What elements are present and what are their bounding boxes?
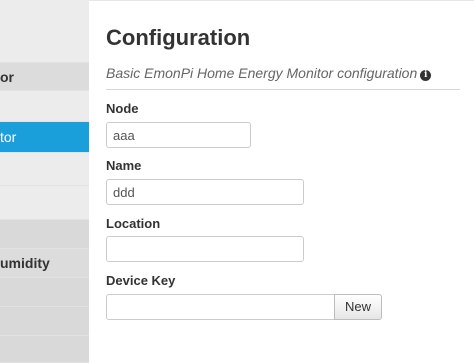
- device-key-label: Device Key: [106, 273, 176, 288]
- sidebar-item-label: tor: [0, 129, 17, 145]
- subtitle-text: Basic EmonPi Home Energy Monitor configu…: [106, 65, 418, 81]
- sidebar: or tor umidity: [0, 0, 89, 363]
- app-root: or tor umidity Configuration Basic EmonP…: [0, 0, 474, 363]
- page-title: Configuration: [106, 25, 251, 50]
- new-key-button[interactable]: New: [334, 294, 382, 320]
- sidebar-item-7[interactable]: [0, 220, 89, 249]
- sidebar-item-humidity[interactable]: umidity: [0, 249, 89, 278]
- info-circle-icon[interactable]: i: [420, 70, 432, 81]
- location-label: Location: [106, 216, 161, 231]
- sidebar-item-3[interactable]: [0, 91, 89, 122]
- node-label: Node: [106, 101, 139, 116]
- sidebar-item-label: umidity: [0, 255, 50, 271]
- device-key-field[interactable]: [106, 294, 335, 320]
- name-label: Name: [106, 158, 142, 173]
- sidebar-item-active[interactable]: tor: [0, 122, 89, 153]
- sidebar-item-2[interactable]: or: [0, 63, 89, 91]
- main-content: Configuration Basic EmonPi Home Energy M…: [89, 0, 474, 363]
- name-field[interactable]: [106, 179, 304, 205]
- sidebar-item-label: or: [0, 69, 14, 85]
- node-field[interactable]: [106, 122, 251, 148]
- sidebar-item-1[interactable]: [0, 0, 89, 63]
- sidebar-item-9[interactable]: [0, 278, 89, 307]
- sidebar-item-5[interactable]: [0, 153, 89, 186]
- sidebar-item-6[interactable]: [0, 186, 89, 220]
- location-field[interactable]: [106, 236, 304, 262]
- sidebar-item-10[interactable]: [0, 307, 89, 336]
- page-subtitle: Basic EmonPi Home Energy Monitor configu…: [106, 65, 460, 90]
- sidebar-item-11[interactable]: [0, 336, 89, 363]
